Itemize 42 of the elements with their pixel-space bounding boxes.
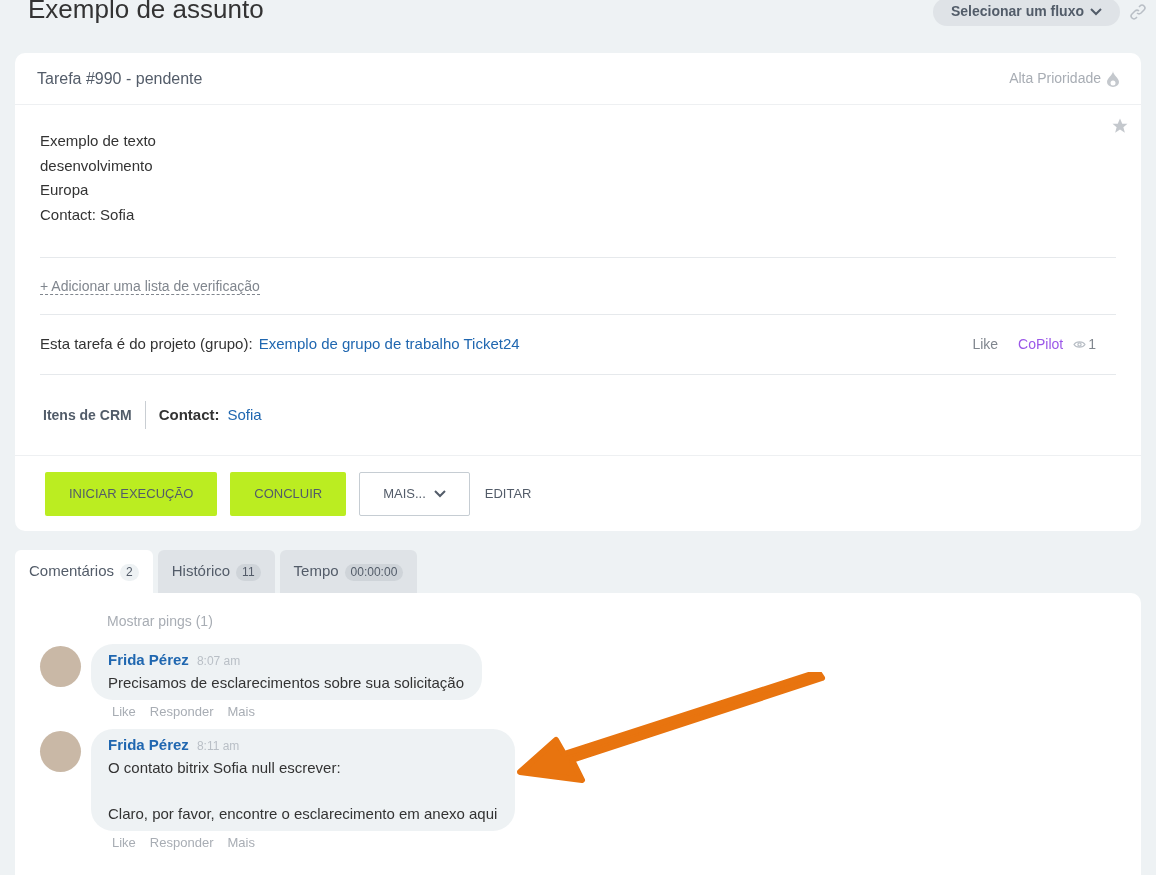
task-header: Tarefa #990 - pendente: [37, 68, 203, 89]
tab[interactable]: Histórico 11: [157, 550, 275, 593]
chevron-down-icon: [1090, 7, 1102, 16]
tab-counter: 00:00:00: [344, 564, 404, 581]
description-line: Exemplo de texto: [40, 131, 157, 151]
crm-label: Itens de CRM: [43, 401, 146, 429]
add-checklist-link[interactable]: + Adicionar uma lista de verificação: [40, 277, 260, 295]
comment-text: Precisamos de esclarecimentos sobre sua solicitação: [108, 672, 464, 693]
more-dropdown[interactable]: MAIS...: [359, 471, 470, 516]
tab-label: Comentários: [29, 561, 115, 582]
comment-text: Claro, por favor, encontre o esclarecimento em anexo aqui: [108, 803, 498, 824]
view-count: 1: [1088, 335, 1096, 354]
link-icon[interactable]: [1130, 3, 1146, 20]
tab-counter: 11: [236, 564, 261, 581]
project-link[interactable]: Exemplo de grupo de trabalho Ticket24: [258, 333, 520, 356]
contact-label: Contact:: [158, 404, 220, 425]
like-link[interactable]: Like: [972, 334, 999, 355]
tab-label: Histórico: [171, 561, 231, 582]
comment-text: O contato bitrix Sofia null escrever:: [108, 757, 342, 778]
comment-author[interactable]: Frida Pérez: [108, 649, 189, 672]
comment-author[interactable]: Frida Pérez: [108, 734, 189, 757]
project-label: Esta tarefa é do projeto (grupo):: [40, 334, 253, 355]
description-line: Europa: [40, 180, 90, 200]
chevron-down-icon: [433, 489, 446, 498]
tab-label: Tempo: [293, 561, 339, 582]
edit-link[interactable]: EDITAR: [482, 483, 534, 504]
tab[interactable]: Comentários 2: [15, 550, 153, 593]
avatar: [40, 646, 81, 687]
star-icon[interactable]: [1111, 117, 1129, 135]
copilot-link[interactable]: CoPilot: [1018, 334, 1064, 355]
contact-link[interactable]: Sofia: [227, 403, 262, 427]
tab[interactable]: Tempo 00:00:00: [279, 550, 418, 593]
tab-counter: 2: [120, 564, 139, 581]
action-button[interactable]: CONCLUIR: [230, 471, 347, 516]
page-title: Exemplo de assunto: [28, 0, 264, 22]
description-line: desenvolvimento: [40, 155, 154, 176]
description-line: Contact: Sofia: [40, 204, 136, 225]
action-button[interactable]: INICIAR EXECUÇÃO: [45, 471, 218, 516]
avatar: [40, 731, 81, 772]
flame-icon: [1107, 70, 1119, 87]
workflow-dropdown[interactable]: Selecionar um fluxo: [932, 0, 1120, 26]
eye-icon: [1073, 340, 1087, 349]
